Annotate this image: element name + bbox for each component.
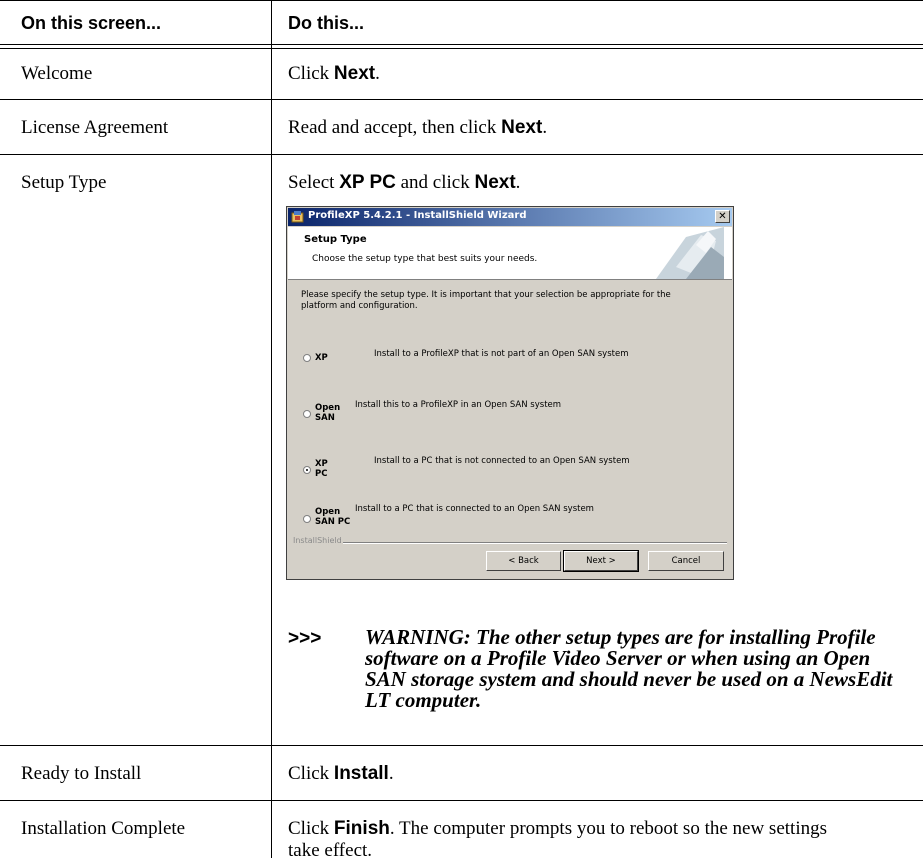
row-license-screen: License Agreement xyxy=(21,117,169,138)
setup-type-dialog: ProfileXP 5.4.2.1 - InstallShield Wizard… xyxy=(286,206,734,580)
row-setup-type-screen: Setup Type xyxy=(21,172,107,193)
action-text: . xyxy=(375,63,380,84)
radio-open-san-pc[interactable] xyxy=(303,515,311,523)
warning-marker: >>> xyxy=(288,628,322,649)
action-text: . xyxy=(542,117,548,138)
option-label-open-san-pc[interactable]: Open SAN PC xyxy=(315,507,355,527)
action-text: Click xyxy=(288,763,334,784)
option-desc-xp-pc: Install to a PC that is not connected to… xyxy=(374,456,630,466)
radio-xp[interactable] xyxy=(303,354,311,362)
option-desc-open-san-pc: Install to a PC that is connected to an … xyxy=(355,504,594,514)
dialog-banner: Setup Type Choose the setup type that be… xyxy=(288,227,732,280)
action-text: Read and accept, then click xyxy=(288,117,502,138)
action-bold: Next xyxy=(474,172,516,193)
back-button[interactable]: < Back xyxy=(486,551,561,571)
option-desc-open-san: Install this to a ProfileXP in an Open S… xyxy=(355,400,562,410)
warning-text: WARNING: The other setup types are for i… xyxy=(365,625,893,712)
action-bold: Next xyxy=(501,117,543,138)
action-text: Click xyxy=(288,818,334,839)
action-text: Click xyxy=(288,63,334,84)
cancel-button[interactable]: Cancel xyxy=(648,551,724,571)
row-rule xyxy=(0,99,923,100)
row-ready-action: Click Install. xyxy=(288,763,888,785)
option-label-xp[interactable]: XP xyxy=(315,353,349,363)
radio-xp-pc[interactable] xyxy=(303,466,311,474)
row-license-action: Read and accept, then click Next. xyxy=(288,117,888,139)
action-text: and click xyxy=(395,172,475,193)
row-complete-screen: Installation Complete xyxy=(21,818,186,839)
banner-title: Setup Type xyxy=(304,234,367,245)
action-text: . xyxy=(515,172,521,193)
action-text: Select xyxy=(288,172,340,193)
header-rule xyxy=(0,44,923,45)
row-ready-screen: Ready to Install xyxy=(21,763,142,784)
column-divider xyxy=(271,0,272,858)
dialog-intro: Please specify the setup type. It is imp… xyxy=(301,290,671,311)
action-text: . xyxy=(388,763,394,784)
row-rule xyxy=(0,800,923,801)
radio-open-san[interactable] xyxy=(303,410,311,418)
dialog-titlebar: ProfileXP 5.4.2.1 - InstallShield Wizard… xyxy=(288,208,732,226)
installshield-brand: InstallShield xyxy=(293,536,342,545)
banner-subtitle: Choose the setup type that best suits yo… xyxy=(312,254,538,264)
option-label-open-san[interactable]: Open SAN xyxy=(315,403,340,423)
row-complete-action: Click Finish. The computer prompts you t… xyxy=(288,818,848,862)
header-rule-2 xyxy=(0,48,923,49)
option-desc-xp: Install to a ProfileXP that is not part … xyxy=(374,349,629,359)
row-rule xyxy=(0,745,923,746)
dialog-title: ProfileXP 5.4.2.1 - InstallShield Wizard xyxy=(308,210,527,221)
action-bold: XP PC xyxy=(339,172,396,193)
brand-divider xyxy=(343,542,727,544)
row-setup-type-action: Select XP PC and click Next. xyxy=(288,172,888,194)
header-col2: Do this... xyxy=(288,13,364,33)
row-welcome-action: Click Next. xyxy=(288,63,888,85)
close-icon[interactable]: ✕ xyxy=(715,210,730,223)
action-bold: Finish xyxy=(333,818,390,839)
header-col1: On this screen... xyxy=(21,13,162,33)
option-label-xp-pc[interactable]: XP PC xyxy=(315,459,333,479)
row-rule xyxy=(0,154,923,155)
top-rule xyxy=(0,0,923,1)
row-welcome-screen: Welcome xyxy=(21,63,93,84)
banner-art xyxy=(656,227,724,279)
action-bold: Next xyxy=(333,63,376,84)
next-button[interactable]: Next > xyxy=(563,550,639,572)
installshield-app-icon xyxy=(291,211,304,223)
action-bold: Install xyxy=(333,763,389,784)
